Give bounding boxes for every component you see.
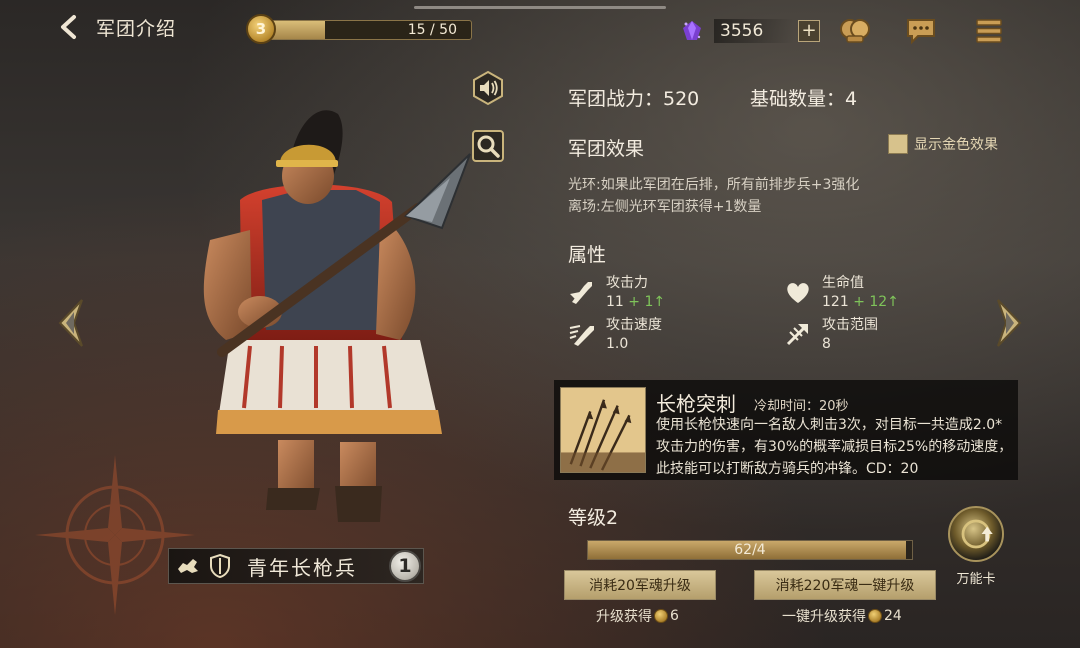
upgrade-reward: 升级获得 6 — [596, 606, 679, 626]
add-currency-button[interactable]: + — [798, 20, 820, 42]
back-button[interactable]: 军团介绍 — [58, 10, 198, 44]
skill-cooldown: 冷却时间：20秒 — [754, 399, 849, 414]
hp-bonus: + 12↑ — [853, 294, 899, 310]
stat-attack-range: 攻击范围 8 — [784, 316, 878, 354]
stat-attack: 攻击力 11 + 1↑ — [568, 274, 665, 312]
player-level-bar: 15 / 50 3 — [246, 14, 472, 44]
attack-range-icon — [786, 324, 808, 346]
coin-icon — [654, 609, 668, 623]
speaker-icon[interactable] — [470, 70, 506, 106]
currency-amount: 3556 — [714, 19, 794, 43]
attack-speed-label: 攻击速度 — [606, 317, 662, 333]
level-progress-track: 15 / 50 — [262, 20, 472, 40]
unit-name: 青年长枪兵 — [247, 555, 357, 580]
upgrade-all-reward-value: 24 — [884, 608, 902, 624]
chat-icon[interactable] — [904, 14, 938, 48]
currency-display: 3556 + — [680, 16, 820, 46]
unit-name-plate: 青年长枪兵 1 — [168, 548, 424, 584]
star-rank-badge: 1 — [389, 550, 421, 582]
soldier-portrait-image — [203, 110, 471, 522]
upgrade-arrow-icon — [961, 519, 993, 549]
attributes-title: 属性 — [568, 244, 607, 266]
legion-power: 军团战力：520 — [568, 88, 700, 110]
purple-gem-icon — [683, 21, 701, 40]
unit-exp-text: 62/4 — [734, 542, 766, 558]
heart-icon — [787, 283, 809, 303]
scroll-hint-bar — [414, 6, 666, 9]
menu-icon[interactable] — [972, 14, 1006, 48]
level-badge: 3 — [246, 14, 276, 44]
infantry-type-icon — [178, 559, 198, 573]
attack-speed-value: 1.0 — [606, 336, 629, 352]
unit-level-title: 等级2 — [568, 507, 619, 529]
shield-icon — [210, 553, 230, 579]
upgrade-button[interactable]: 消耗20军魂升级 — [564, 570, 716, 600]
aura-effect-text: 光环:如果此军团在后排，所有前排步兵+3强化 — [568, 177, 860, 193]
attack-range-label: 攻击范围 — [822, 317, 878, 333]
upgrade-reward-label: 升级获得 — [596, 609, 652, 625]
chevron-left-icon[interactable] — [52, 296, 90, 350]
spear-thrust-skill-icon[interactable] — [560, 387, 646, 473]
base-count: 基础数量：4 — [750, 88, 858, 110]
page-title: 军团介绍 — [96, 17, 177, 40]
unit-exp-bar: 62/4 — [587, 540, 913, 560]
universal-card-icon — [948, 506, 1004, 562]
upgrade-all-reward: 一键升级获得 24 — [782, 606, 902, 626]
attack-value: 11 — [606, 294, 624, 310]
universal-card-label: 万能卡 — [956, 572, 996, 587]
attack-icon — [570, 282, 592, 304]
back-arrow-icon — [61, 15, 76, 39]
gold-effect-toggle[interactable]: 显示金色效果 — [888, 134, 998, 154]
chevron-right-icon[interactable] — [990, 296, 1028, 350]
upgrade-all-button[interactable]: 消耗220军魂一键升级 — [754, 570, 936, 600]
skill-name: 长枪突刺 — [656, 392, 736, 416]
stat-attack-speed: 攻击速度 1.0 — [568, 316, 662, 354]
hp-label: 生命值 — [822, 275, 864, 291]
magnifier-icon[interactable] — [470, 128, 506, 164]
attack-label: 攻击力 — [606, 275, 648, 291]
coin-icon — [868, 609, 882, 623]
upgrade-all-reward-label: 一键升级获得 — [782, 609, 866, 625]
guild-icon[interactable] — [838, 14, 872, 48]
level-progress-text: 15 / 50 — [407, 22, 457, 38]
attack-range-value: 8 — [822, 336, 831, 352]
effects-title: 军团效果 — [568, 138, 645, 160]
stat-hp: 生命值 121 + 12↑ — [784, 274, 899, 312]
leave-effect-text: 离场:左侧光环军团获得+1数量 — [568, 199, 762, 215]
gold-effect-label: 显示金色效果 — [914, 137, 998, 153]
upgrade-reward-value: 6 — [670, 608, 679, 624]
attack-speed-icon — [569, 325, 594, 346]
skill-description: 使用长枪快速向一名敌人刺击3次，对目标一共造成2.0*攻击力的伤害，有30%的概… — [656, 417, 1013, 477]
universal-card-button[interactable]: 万能卡 — [944, 506, 1008, 596]
hp-value: 121 — [822, 294, 849, 310]
attack-bonus: + 1↑ — [628, 294, 666, 310]
gold-effect-checkbox[interactable] — [888, 134, 908, 154]
